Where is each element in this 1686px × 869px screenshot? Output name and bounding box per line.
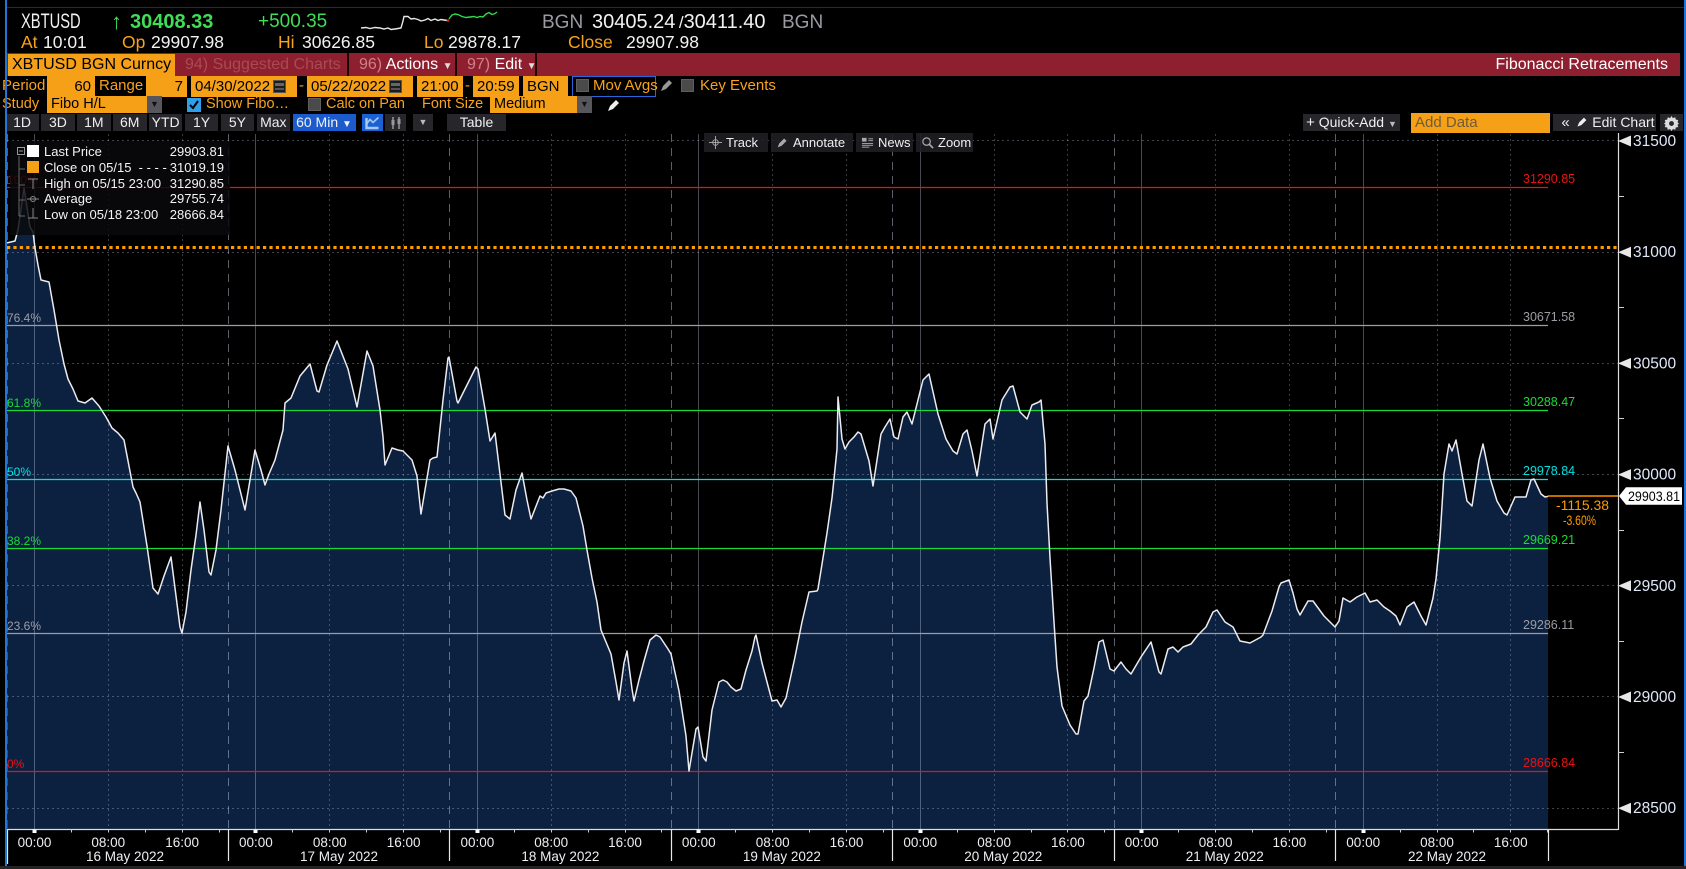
svg-text:00:00: 00:00 xyxy=(1346,835,1380,850)
svg-text:29669.21: 29669.21 xyxy=(1523,533,1575,547)
svg-text:50%: 50% xyxy=(7,465,31,479)
svg-text:16 May 2022: 16 May 2022 xyxy=(86,849,164,864)
svg-text:18 May 2022: 18 May 2022 xyxy=(521,849,599,864)
svg-text:19 May 2022: 19 May 2022 xyxy=(743,849,821,864)
svg-text:00:00: 00:00 xyxy=(239,835,273,850)
svg-text:29000: 29000 xyxy=(1633,689,1676,706)
svg-text:61.8%: 61.8% xyxy=(7,396,41,410)
svg-text:38.2%: 38.2% xyxy=(7,534,41,548)
svg-text:08:00: 08:00 xyxy=(313,835,347,850)
svg-text:30671.58: 30671.58 xyxy=(1523,310,1575,324)
svg-text:21 May 2022: 21 May 2022 xyxy=(1186,849,1264,864)
svg-text:22 May 2022: 22 May 2022 xyxy=(1408,849,1486,864)
svg-text:16:00: 16:00 xyxy=(1051,835,1085,850)
svg-text:30000: 30000 xyxy=(1633,467,1676,484)
svg-text:30500: 30500 xyxy=(1633,355,1676,372)
svg-text:08:00: 08:00 xyxy=(91,835,125,850)
svg-text:08:00: 08:00 xyxy=(977,835,1011,850)
svg-text:29500: 29500 xyxy=(1633,578,1676,595)
svg-text:0%: 0% xyxy=(7,757,25,771)
svg-text:16:00: 16:00 xyxy=(387,835,421,850)
svg-text:28666.84: 28666.84 xyxy=(1523,756,1575,770)
svg-text:30288.47: 30288.47 xyxy=(1523,395,1575,409)
svg-text:00:00: 00:00 xyxy=(903,835,937,850)
svg-text:76.4%: 76.4% xyxy=(7,311,41,325)
svg-text:16:00: 16:00 xyxy=(165,835,199,850)
svg-text:31000: 31000 xyxy=(1633,244,1676,261)
svg-text:16:00: 16:00 xyxy=(1494,835,1528,850)
svg-text:08:00: 08:00 xyxy=(756,835,790,850)
svg-text:00:00: 00:00 xyxy=(461,835,495,850)
svg-text:08:00: 08:00 xyxy=(534,835,568,850)
svg-text:00:00: 00:00 xyxy=(18,835,52,850)
svg-text:08:00: 08:00 xyxy=(1420,835,1454,850)
svg-text:-1115.38: -1115.38 xyxy=(1556,498,1609,513)
svg-text:29903.81: 29903.81 xyxy=(1628,489,1680,504)
svg-text:29978.84: 29978.84 xyxy=(1523,464,1575,478)
svg-text:29286.11: 29286.11 xyxy=(1523,618,1574,632)
svg-text:16:00: 16:00 xyxy=(608,835,642,850)
svg-text:20 May 2022: 20 May 2022 xyxy=(964,849,1042,864)
svg-text:08:00: 08:00 xyxy=(1199,835,1233,850)
svg-text:16:00: 16:00 xyxy=(830,835,864,850)
svg-text:-3.60%: -3.60% xyxy=(1563,513,1596,528)
svg-text:00:00: 00:00 xyxy=(682,835,716,850)
svg-text:17 May 2022: 17 May 2022 xyxy=(300,849,378,864)
svg-text:31290.85: 31290.85 xyxy=(1523,172,1575,186)
svg-text:16:00: 16:00 xyxy=(1273,835,1307,850)
svg-text:23.6%: 23.6% xyxy=(7,619,41,633)
svg-text:00:00: 00:00 xyxy=(1125,835,1159,850)
svg-text:31500: 31500 xyxy=(1633,133,1676,150)
svg-text:28500: 28500 xyxy=(1633,800,1676,817)
